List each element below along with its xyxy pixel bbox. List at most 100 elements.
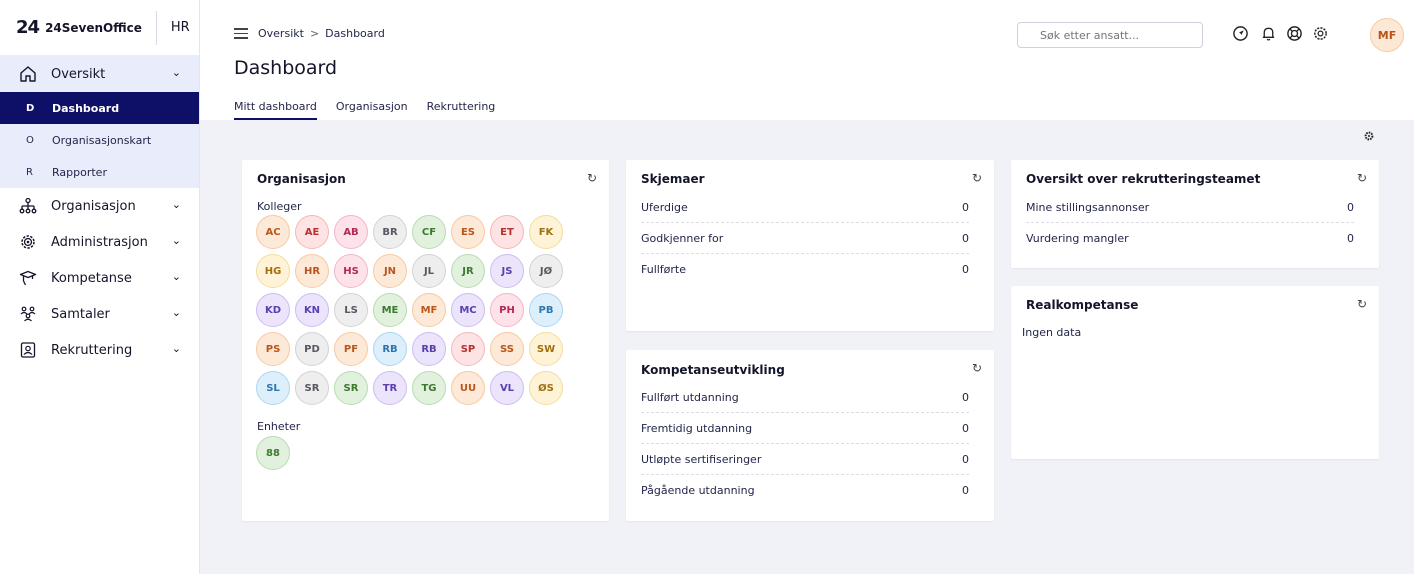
bell-icon[interactable] bbox=[1260, 25, 1277, 46]
sidebar-group-kompetanse[interactable]: Kompetanse ⌄ bbox=[0, 260, 199, 296]
colleague-avatar[interactable]: AC bbox=[256, 215, 290, 249]
colleague-avatar[interactable]: ET bbox=[490, 215, 524, 249]
breadcrumb: Oversikt > Dashboard bbox=[258, 27, 385, 40]
row-label: Mine stillingsannonser bbox=[1026, 201, 1150, 214]
rekrutteringsteam-card: Oversikt over rekrutteringsteamet ↻ Mine… bbox=[1011, 160, 1379, 268]
colleague-avatar[interactable]: CF bbox=[412, 215, 446, 249]
colleague-avatar[interactable]: TG bbox=[412, 371, 446, 405]
colleague-avatar[interactable]: JN bbox=[373, 254, 407, 288]
colleague-avatar[interactable]: PH bbox=[490, 293, 524, 327]
sidebar-item-label: Organisasjonskart bbox=[52, 133, 152, 147]
skjemaer-row-godkjenner[interactable]: Godkjenner for 0 bbox=[641, 224, 969, 254]
row-label: Pågående utdanning bbox=[641, 484, 755, 497]
colleague-avatar[interactable]: AE bbox=[295, 215, 329, 249]
colleague-avatar[interactable]: UU bbox=[451, 371, 485, 405]
colleague-avatar[interactable]: SS bbox=[490, 332, 524, 366]
tab-mitt-dashboard[interactable]: Mitt dashboard bbox=[234, 100, 317, 120]
gear-icon bbox=[18, 232, 38, 252]
gear-icon[interactable] bbox=[1312, 25, 1329, 46]
sidebar-item-organisasjonskart[interactable]: O Organisasjonskart bbox=[0, 124, 199, 156]
enheter-units-icon[interactable]: 88 bbox=[256, 436, 290, 470]
colleague-avatar[interactable]: HR bbox=[295, 254, 329, 288]
skjemaer-row-fullforte[interactable]: Fullførte 0 bbox=[641, 255, 969, 285]
colleague-avatar[interactable]: JL bbox=[412, 254, 446, 288]
colleague-avatar[interactable]: MC bbox=[451, 293, 485, 327]
colleague-avatar[interactable]: HG bbox=[256, 254, 290, 288]
skjemaer-row-uferdige[interactable]: Uferdige 0 bbox=[641, 193, 969, 223]
sidebar: 24 24SevenOffice HR Oversikt ⌄ D Dashboa… bbox=[0, 0, 200, 574]
sidebar-group-administrasjon[interactable]: Administrasjon ⌄ bbox=[0, 224, 199, 260]
brand-logo[interactable]: 24 bbox=[16, 17, 40, 38]
row-label: Fullført utdanning bbox=[641, 391, 739, 404]
refresh-icon[interactable]: ↻ bbox=[587, 171, 597, 185]
colleague-avatar[interactable]: JØ bbox=[529, 254, 563, 288]
colleague-avatar[interactable]: BR bbox=[373, 215, 407, 249]
colleague-avatar[interactable]: PD bbox=[295, 332, 329, 366]
kompetanse-row-fullfort[interactable]: Fullført utdanning 0 bbox=[641, 383, 969, 413]
colleague-avatar[interactable]: FK bbox=[529, 215, 563, 249]
colleague-avatar[interactable]: PB bbox=[529, 293, 563, 327]
colleague-avatar[interactable]: JS bbox=[490, 254, 524, 288]
refresh-icon[interactable]: ↻ bbox=[1357, 297, 1367, 311]
row-value: 0 bbox=[962, 453, 969, 466]
tab-rekruttering[interactable]: Rekruttering bbox=[427, 100, 496, 120]
help-lifebuoy-icon[interactable] bbox=[1286, 25, 1303, 46]
brand-divider bbox=[155, 10, 157, 45]
sidebar-group-samtaler[interactable]: Samtaler ⌄ bbox=[0, 296, 199, 332]
user-avatar[interactable]: MF bbox=[1370, 18, 1404, 52]
sidebar-item-rapporter[interactable]: R Rapporter bbox=[0, 156, 199, 188]
sidebar-submenu-oversikt: D Dashboard O Organisasjonskart R Rappor… bbox=[0, 92, 199, 188]
colleague-avatar[interactable]: RB bbox=[373, 332, 407, 366]
colleague-avatar[interactable]: ME bbox=[373, 293, 407, 327]
sidebar-item-dashboard[interactable]: D Dashboard bbox=[0, 92, 199, 124]
colleague-avatar[interactable]: LS bbox=[334, 293, 368, 327]
sidebar-item-label: Dashboard bbox=[52, 101, 120, 115]
colleague-avatar[interactable]: JR bbox=[451, 254, 485, 288]
colleague-avatar[interactable]: ØS bbox=[529, 371, 563, 405]
colleague-avatar[interactable]: HS bbox=[334, 254, 368, 288]
breadcrumb-item-oversikt[interactable]: Oversikt bbox=[258, 27, 304, 40]
colleague-avatar[interactable]: VL bbox=[490, 371, 524, 405]
refresh-icon[interactable]: ↻ bbox=[972, 171, 982, 185]
colleague-avatar[interactable]: SW bbox=[529, 332, 563, 366]
colleague-avatar[interactable]: PF bbox=[334, 332, 368, 366]
row-label: Uferdige bbox=[641, 201, 688, 214]
colleague-avatar[interactable]: AB bbox=[334, 215, 368, 249]
row-label: Fremtidig utdanning bbox=[641, 422, 753, 435]
refresh-icon[interactable]: ↻ bbox=[1357, 171, 1367, 185]
colleague-avatar[interactable]: MF bbox=[412, 293, 446, 327]
colleague-avatar[interactable]: SL bbox=[256, 371, 290, 405]
sidebar-item-letter: O bbox=[26, 134, 34, 146]
tab-organisasjon[interactable]: Organisasjon bbox=[336, 100, 408, 120]
kompetanse-row-utlopte[interactable]: Utløpte sertifiseringer 0 bbox=[641, 445, 969, 475]
colleague-avatar[interactable]: KD bbox=[256, 293, 290, 327]
navigation-icon[interactable] bbox=[1232, 25, 1249, 46]
colleague-avatar[interactable]: SR bbox=[295, 371, 329, 405]
realkompetanse-card: Realkompetanse ↻ Ingen data bbox=[1011, 286, 1379, 459]
colleague-avatar[interactable]: KN bbox=[295, 293, 329, 327]
rekruttering-row-annonser[interactable]: Mine stillingsannonser 0 bbox=[1026, 193, 1354, 223]
colleague-avatar[interactable]: SR bbox=[334, 371, 368, 405]
organisasjon-card: Organisasjon ↻ Kolleger AC AE AB BR CF ES ET FK… bbox=[242, 160, 609, 521]
chevron-down-icon: ⌄ bbox=[171, 198, 181, 211]
menu-icon[interactable] bbox=[234, 28, 248, 42]
dashboard-settings-icon[interactable] bbox=[1364, 131, 1374, 144]
colleague-avatar[interactable]: ES bbox=[451, 215, 485, 249]
colleague-avatar[interactable]: PS bbox=[256, 332, 290, 366]
sidebar-group-oversikt[interactable]: Oversikt ⌄ bbox=[0, 56, 199, 92]
colleague-avatar[interactable]: RB bbox=[412, 332, 446, 366]
app: 24 24SevenOffice HR Oversikt ⌄ D Dashboa… bbox=[0, 0, 1414, 574]
kompetanse-row-fremtidig[interactable]: Fremtidig utdanning 0 bbox=[641, 414, 969, 444]
brand-name[interactable]: 24SevenOffice bbox=[45, 21, 142, 35]
kompetanse-row-pagaende[interactable]: Pågående utdanning 0 bbox=[641, 476, 969, 506]
sidebar-group-organisasjon[interactable]: Organisasjon ⌄ bbox=[0, 188, 199, 224]
colleague-avatar[interactable]: TR bbox=[373, 371, 407, 405]
sidebar-group-label: Administrasjon bbox=[51, 234, 148, 250]
refresh-icon[interactable]: ↻ bbox=[972, 361, 982, 375]
row-value: 0 bbox=[962, 391, 969, 404]
search-input[interactable] bbox=[1017, 22, 1203, 48]
rekruttering-row-vurdering[interactable]: Vurdering mangler 0 bbox=[1026, 224, 1354, 254]
colleague-avatar[interactable]: SP bbox=[451, 332, 485, 366]
sidebar-group-rekruttering[interactable]: Rekruttering ⌄ bbox=[0, 332, 199, 368]
empty-state-text: Ingen data bbox=[1022, 326, 1082, 339]
